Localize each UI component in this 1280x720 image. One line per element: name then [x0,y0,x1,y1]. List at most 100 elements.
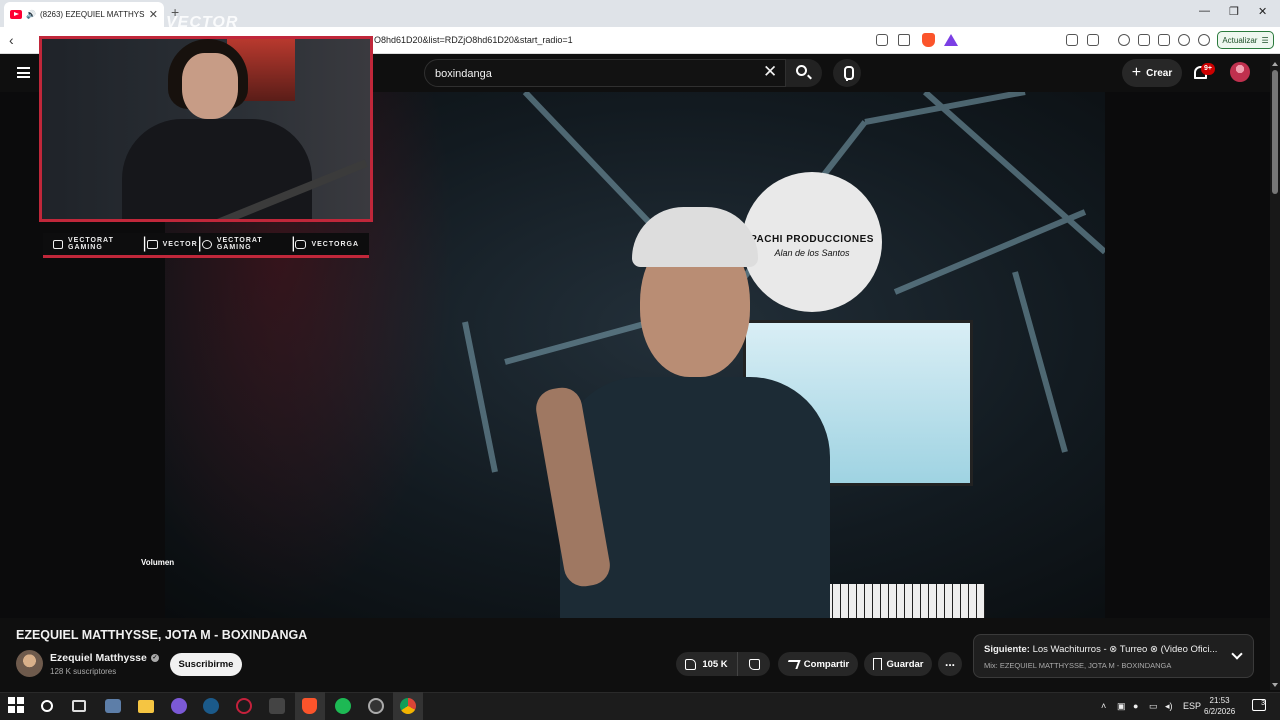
windows-taskbar [0,692,1280,720]
tray-overflow-icon[interactable]: ˄ [1101,701,1106,711]
discord-icon[interactable] [171,698,187,714]
vpn-icon[interactable] [1198,34,1210,46]
twitter-icon [201,239,212,249]
search-button[interactable] [786,59,822,87]
search-icon [796,65,807,76]
share-label: Compartir [803,658,850,670]
save-button[interactable]: Guardar [864,652,932,676]
browser-tab[interactable]: 🔊 (8263) EZEQUIEL MATTHYSSE ✕ [4,2,164,27]
share-icon [785,659,801,669]
voice-search-icon[interactable] [833,59,861,87]
dislike-button[interactable] [739,652,770,676]
brave-shields-icon[interactable] [922,33,935,47]
tab-close-icon[interactable]: ✕ [149,8,158,21]
thumbs-up-icon [685,658,697,670]
channel-name-text: Ezequiel Matthysse [50,652,147,664]
subscribe-button[interactable]: Suscribirme [170,653,242,676]
twitch-icon [146,239,158,249]
media-icon[interactable] [1118,34,1130,46]
instagram-handle: VECTORGA [311,240,359,248]
plus-icon: + [1131,64,1142,81]
like-count: 105 K [702,658,728,670]
network-icon[interactable]: ▭ [1149,701,1158,712]
cast-icon[interactable] [876,34,888,46]
verified-check-icon: ✓ [150,654,159,662]
spotify-icon[interactable] [335,698,351,714]
up-next-mix: Mix: EZEQUIEL MATTHYSSE, JOTA M - BOXIND… [984,661,1172,670]
volume-icon[interactable]: ◂) [1165,701,1173,712]
restore-icon[interactable]: ❐ [1229,5,1239,18]
url-field[interactable]: O8hd61D20&list=RDZjO8hd61D20&start_radio… [374,35,573,45]
brave-rewards-icon[interactable] [944,34,958,46]
notification-center-icon[interactable]: 3 [1252,699,1266,711]
instagram-social: VECTORGA [295,239,359,249]
share-page-icon[interactable] [898,34,910,46]
window-close-icon[interactable]: ✕ [1258,5,1267,18]
clock-date: 6/2/2026 [1204,707,1236,716]
obs-icon[interactable] [368,698,384,714]
twitter-social: VECTORAT GAMING [201,237,291,251]
scroll-up-icon[interactable] [1272,62,1278,66]
bookmark-icon [872,658,882,670]
hamburger-menu-icon[interactable] [17,67,30,78]
taskbar-search-icon[interactable] [41,700,53,712]
screenshot-icon[interactable] [1087,34,1099,46]
facecam-overlay [39,36,373,222]
brave-taskbar-icon[interactable] [302,698,317,714]
sidebar-icon[interactable] [1138,34,1150,46]
microphone-icon[interactable]: ● [1133,701,1138,711]
vm-app-icon[interactable] [105,699,121,713]
share-button[interactable]: Compartir [778,652,858,676]
instagram-icon [295,239,307,249]
taskbar-clock[interactable]: 21:53 6/2/2026 [1204,695,1235,717]
up-next-label: Siguiente: [984,644,1030,655]
streamer-face [182,53,238,119]
clock-time: 21:53 [1209,696,1230,705]
youtube-handle: VECTORAT GAMING [68,237,114,251]
opera-icon[interactable] [236,698,252,714]
leo-icon[interactable] [1178,34,1190,46]
back-icon[interactable]: ‹ [9,32,14,48]
youtube-favicon-icon [10,10,22,19]
extensions-icon[interactable] [1066,34,1078,46]
game-launcher-icon[interactable] [269,698,285,714]
like-dislike-group: 105 K [676,652,770,676]
channel-name[interactable]: Ezequiel Matthysse ✓ [50,652,159,664]
task-view-icon[interactable] [72,700,86,712]
clear-search-icon[interactable]: ✕ [763,62,777,82]
more-actions-button[interactable]: ... [938,652,962,676]
twitch-handle: VECTOR [162,240,198,248]
file-explorer-icon[interactable] [138,700,154,713]
scroll-down-icon[interactable] [1272,683,1278,687]
up-next-card[interactable]: Siguiente: Los Wachiturros - ⊗ Turreo ⊗ … [973,634,1254,678]
update-button[interactable]: Actualizar ☰ [1217,31,1274,49]
create-button[interactable]: + Crear [1122,59,1182,87]
twitter-handle: VECTORAT GAMING [216,237,263,251]
language-indicator[interactable]: ESP [1183,701,1201,711]
scroll-thumb[interactable] [1272,70,1278,194]
save-label: Guardar [886,658,924,670]
channel-avatar[interactable] [16,650,43,677]
social-links-bar: VECTORAT GAMING | VECTOR | VECTORAT GAMI… [43,233,369,258]
streamer-body [122,119,312,219]
streamer-tag: VECTOR [166,14,239,31]
like-button[interactable]: 105 K [676,652,738,676]
search-query: boxindanga [435,68,492,80]
tab-title: (8263) EZEQUIEL MATTHYSSE [39,10,145,19]
minimize-icon[interactable]: — [1199,5,1210,17]
video-title: EZEQUIEL MATTHYSSE, JOTA M - BOXINDANGA [16,628,308,642]
up-next-title-line: Siguiente: Los Wachiturros - ⊗ Turreo ⊗ … [984,644,1224,655]
wallet-icon[interactable] [1158,34,1170,46]
menu-lines-icon: ☰ [1261,35,1269,45]
notification-badge: 9+ [1201,63,1215,75]
thumbs-down-icon [749,658,760,670]
windows-start-icon[interactable] [8,697,26,715]
chevron-down-icon[interactable] [1231,648,1243,660]
search-input[interactable]: boxindanga [424,59,786,87]
speaker-icon[interactable]: 🔊 [26,10,36,19]
singer-cap [632,207,758,267]
tray-app-icon[interactable]: ▣ [1117,701,1126,712]
steam-icon[interactable] [203,698,219,714]
account-avatar[interactable] [1230,62,1250,82]
chrome-icon[interactable] [400,698,416,714]
